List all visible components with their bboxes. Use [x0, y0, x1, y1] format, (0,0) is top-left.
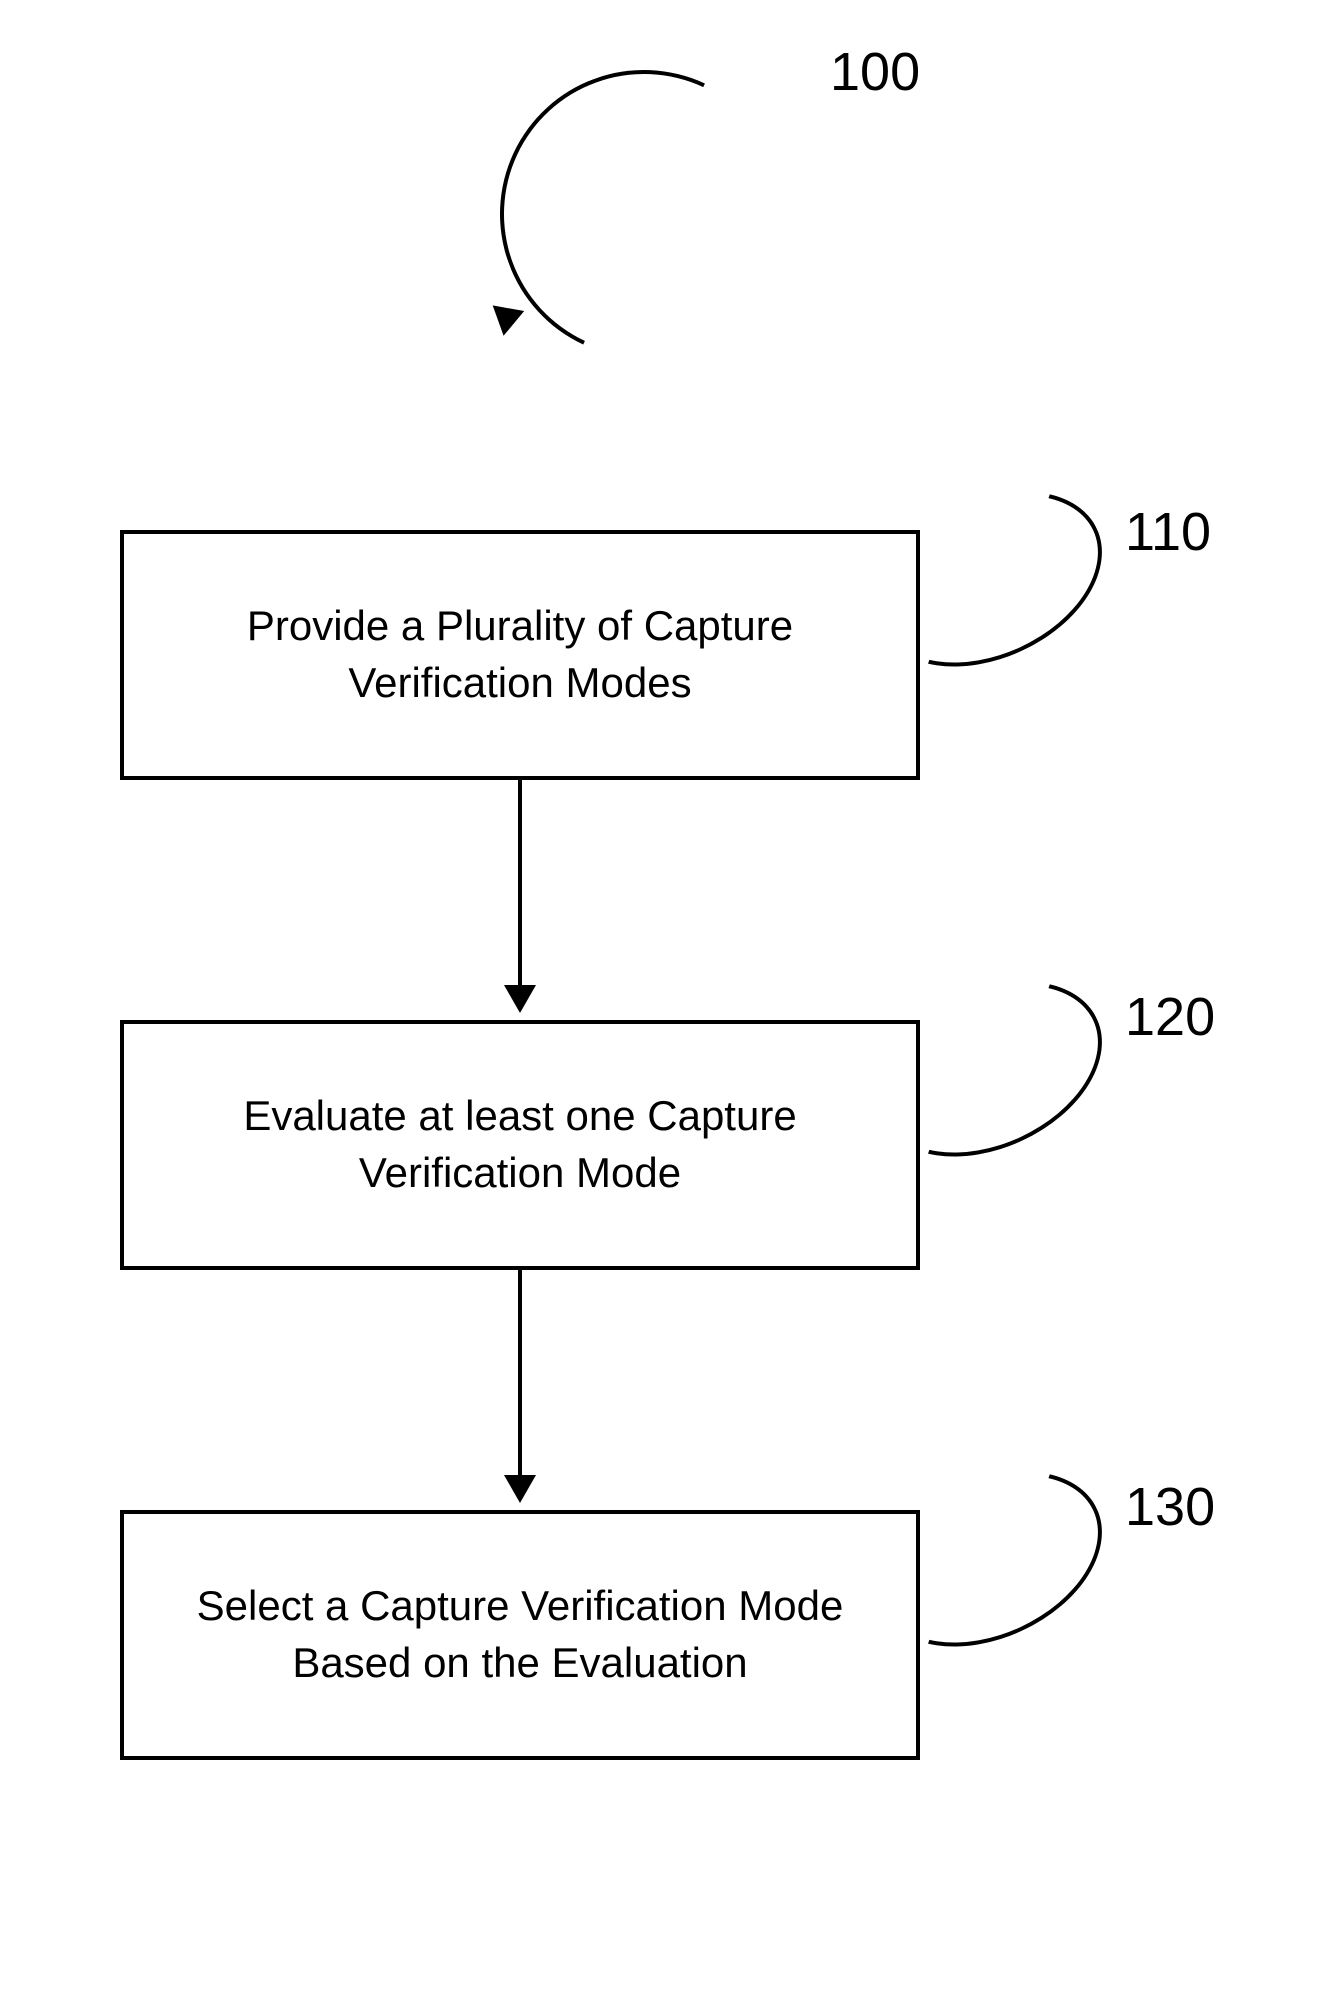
arrowhead-icon: [504, 1475, 536, 1503]
step-box-120: Evaluate at least one Capture Verificati…: [120, 1020, 920, 1270]
step-box-130: Select a Capture Verification Mode Based…: [120, 1510, 920, 1760]
arrow-segment-1-2: [518, 780, 522, 985]
step-text: Select a Capture Verification Mode Based…: [197, 1578, 844, 1691]
step-box-110: Provide a Plurality of Capture Verificat…: [120, 530, 920, 780]
step-ref-130: 130: [1125, 1480, 1215, 1534]
step-text: Provide a Plurality of Capture Verificat…: [247, 598, 793, 711]
flowchart: 100 Provide a Plurality of Capture Verif…: [0, 0, 1341, 1989]
arrow-segment-2-3: [518, 1270, 522, 1475]
arrowhead-icon: [504, 985, 536, 1013]
step-text: Evaluate at least one Capture Verificati…: [243, 1088, 796, 1201]
step-ref-120: 120: [1125, 990, 1215, 1044]
step-ref-110: 110: [1125, 505, 1211, 559]
entry-arrowhead-icon: [488, 305, 524, 338]
diagram-title-ref: 100: [830, 45, 920, 99]
entry-arrow-curve: [459, 29, 828, 398]
